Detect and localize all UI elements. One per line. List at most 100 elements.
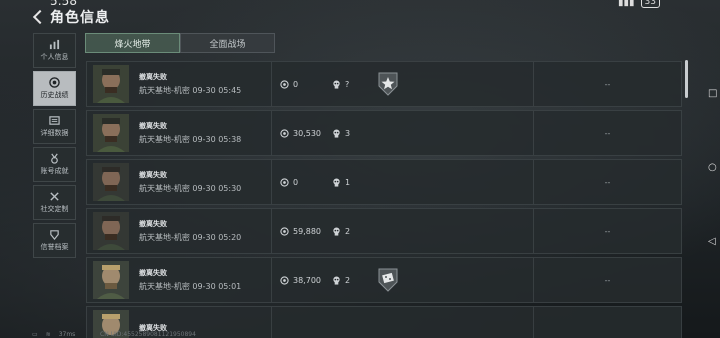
status-icons: ▮▮▮ 33 <box>618 0 660 8</box>
record-extra: -- <box>604 128 611 138</box>
money-value: 30,530 <box>293 128 321 138</box>
document-icon <box>49 115 60 125</box>
record-detail: 航天基地-机密 09-30 05:30 <box>139 184 242 193</box>
nav-square-icon[interactable]: □ <box>708 88 720 99</box>
operator-avatar <box>93 212 129 250</box>
skull-icon <box>333 128 340 138</box>
battery-indicator: 33 <box>640 0 660 8</box>
badge-star-icon <box>378 72 398 96</box>
sidebar-item-social[interactable]: 社交定制 <box>33 185 76 220</box>
money-stat: 38,700 <box>280 276 332 285</box>
record-extra: -- <box>604 226 611 236</box>
history-row[interactable]: 撤离失败 航天基地-机密 09-30 05:01 38,700 2 -- <box>86 257 682 303</box>
kill-value: 1 <box>345 177 351 187</box>
record-status: 撤离失败 <box>139 171 167 179</box>
kill-value: 2 <box>345 275 351 285</box>
money-stat: 0 <box>280 80 332 89</box>
kill-value: 3 <box>345 128 351 138</box>
history-row[interactable]: 撤离失败 航天基地-机密 09-30 05:20 59,880 2 -- <box>86 208 682 254</box>
history-list: 撤离失败 航天基地-机密 09-30 05:45 0 ? -- 撤离失败 航天基… <box>86 61 682 338</box>
mode-tabs: 烽火地带 全面战场 <box>85 33 275 53</box>
badge-dice-icon <box>378 268 398 292</box>
ping-value: 37ms <box>58 331 76 338</box>
back-arrow-icon[interactable] <box>32 9 44 25</box>
money-value: 38,700 <box>293 275 321 285</box>
sidebar-item-achievements[interactable]: 账号成就 <box>33 147 76 182</box>
money-stat: 59,880 <box>280 227 332 236</box>
sidebar-item-personal[interactable]: 个人信息 <box>33 33 76 68</box>
record-status: 撤离失败 <box>139 122 167 130</box>
page-title: 角色信息 <box>50 10 110 26</box>
sidebar-item-label: 信誉档案 <box>40 242 69 251</box>
signal-icon: ▮▮▮ <box>618 0 635 8</box>
tab-full-battlefield[interactable]: 全面战场 <box>180 33 275 53</box>
kill-stat: 1 <box>332 178 372 187</box>
record-stats <box>272 307 534 338</box>
money-stat: 0 <box>280 178 332 187</box>
record-detail: 航天基地-机密 09-30 05:45 <box>139 86 242 95</box>
record-extra <box>534 307 681 338</box>
record-info: 撤离失败 航天基地-机密 09-30 05:20 <box>87 209 272 253</box>
sidebar-item-label: 账号成就 <box>40 166 69 175</box>
tab-beacon-zone[interactable]: 烽火地带 <box>85 33 180 53</box>
history-row[interactable]: 撤离失败 航天基地-机密 09-30 05:38 30,530 3 -- <box>86 110 682 156</box>
record-status: 撤离失败 <box>139 269 167 277</box>
record-detail: 航天基地-机密 09-30 05:20 <box>139 233 242 242</box>
sidebar-item-label: 历史战绩 <box>40 90 69 99</box>
record-extra: -- <box>604 79 611 89</box>
history-row[interactable]: 撤离失败 航天基地-机密 09-30 05:30 0 1 -- <box>86 159 682 205</box>
money-stat: 30,530 <box>280 129 332 138</box>
record-stats: 0 1 <box>272 160 534 204</box>
coin-icon <box>280 79 289 89</box>
bar-chart-icon <box>49 39 60 49</box>
record-detail: 航天基地-机密 09-30 05:01 <box>139 282 242 291</box>
coin-icon <box>280 275 289 285</box>
record-info: 撤离失败 航天基地-机密 09-30 05:01 <box>87 258 272 302</box>
sidebar-item-details[interactable]: 详细数据 <box>33 109 76 144</box>
user-uid: CN UID:4552589081121950894 <box>100 331 196 338</box>
kill-stat: 3 <box>332 129 372 138</box>
nav-back-icon[interactable]: ◁ <box>708 236 720 247</box>
kill-stat: ? <box>332 80 372 89</box>
kill-stat: 2 <box>332 227 372 236</box>
sidebar-item-label: 详细数据 <box>40 128 69 137</box>
record-extra: -- <box>604 177 611 187</box>
record-stats: 30,530 3 <box>272 111 534 155</box>
kill-stat: 2 <box>332 276 372 285</box>
kill-value: 2 <box>345 226 351 236</box>
skull-icon <box>333 226 340 236</box>
battery-small-icon: ▭ <box>32 331 38 338</box>
history-row[interactable]: 撤离失败 航天基地-机密 09-30 05:45 0 ? -- <box>86 61 682 107</box>
record-detail: 航天基地-机密 09-30 05:38 <box>139 135 242 144</box>
sidebar: 个人信息 历史战绩 详细数据 账号成就 社交定制 信誉档案 <box>33 33 76 258</box>
medal-icon <box>49 153 60 164</box>
operator-avatar <box>93 261 129 299</box>
sidebar-item-label: 个人信息 <box>40 52 69 61</box>
record-stats: 0 ? <box>272 62 534 106</box>
sidebar-item-credit[interactable]: 信誉档案 <box>33 223 76 258</box>
operator-avatar <box>93 65 129 103</box>
wifi-icon: ≋ <box>45 331 51 338</box>
sidebar-item-history[interactable]: 历史战绩 <box>33 71 76 106</box>
kill-value: ? <box>345 79 350 89</box>
record-info: 撤离失败 航天基地-机密 09-30 05:30 <box>87 160 272 204</box>
record-status: 撤离失败 <box>139 220 167 228</box>
nav-circle-icon[interactable]: ○ <box>708 162 720 173</box>
record-stats: 38,700 2 <box>272 258 534 302</box>
skull-icon <box>333 79 340 89</box>
operator-avatar <box>93 114 129 152</box>
money-value: 0 <box>293 177 299 187</box>
crossed-tools-icon <box>49 191 60 201</box>
skull-icon <box>333 177 340 187</box>
coin-icon <box>280 226 289 236</box>
money-value: 59,880 <box>293 226 321 236</box>
target-icon <box>49 76 60 88</box>
record-stats: 59,880 2 <box>272 209 534 253</box>
footer-bar: ▭ ≋ 37ms <box>32 331 75 338</box>
operator-avatar <box>93 163 129 201</box>
list-scrollbar[interactable] <box>685 60 688 98</box>
money-value: 0 <box>293 79 299 89</box>
page-header: 角色信息 <box>32 7 110 27</box>
coin-icon <box>280 177 289 187</box>
record-info: 撤离失败 航天基地-机密 09-30 05:45 <box>87 62 272 106</box>
